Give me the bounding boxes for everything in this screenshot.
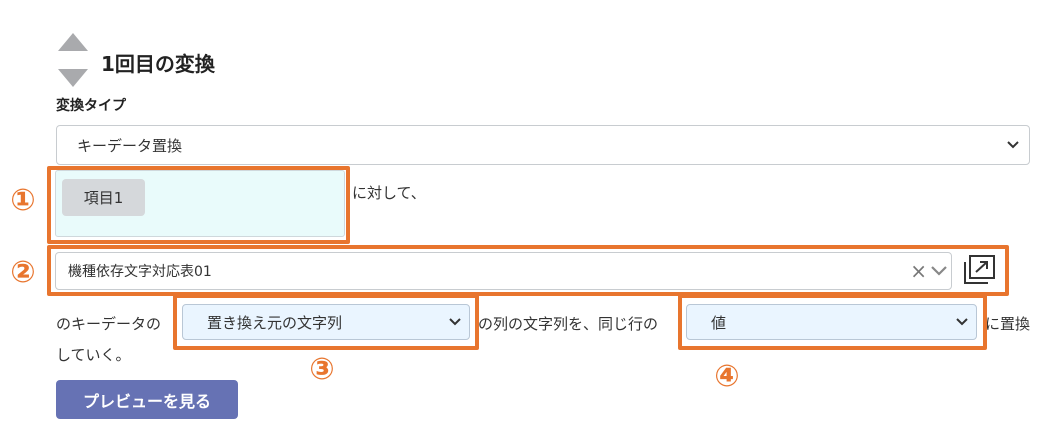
marker-4: ④ bbox=[714, 359, 740, 394]
sentence-part2: の列の文字列を、同じ行の bbox=[478, 315, 659, 333]
conversion-type-value: キーデータ置換 bbox=[77, 136, 183, 155]
highlight-box-3 bbox=[173, 294, 479, 350]
marker-1: ① bbox=[10, 183, 36, 218]
conversion-type-select[interactable]: キーデータ置換 bbox=[56, 125, 1030, 165]
sentence-part3: に置換 bbox=[985, 315, 1031, 333]
conversion-type-label: 変換タイプ bbox=[56, 98, 126, 114]
marker-3: ③ bbox=[309, 352, 335, 387]
sentence-part4: していく。 bbox=[56, 346, 131, 364]
move-up-icon[interactable] bbox=[58, 33, 88, 51]
target-suffix-text: に対して、 bbox=[352, 184, 426, 202]
highlight-box-4 bbox=[678, 294, 987, 350]
move-down-icon[interactable] bbox=[58, 69, 88, 87]
chevron-down-icon bbox=[1007, 140, 1019, 150]
preview-button[interactable]: プレビューを見る bbox=[56, 380, 238, 419]
highlight-box-2 bbox=[47, 245, 1009, 296]
sentence-part1: のキーデータの bbox=[56, 315, 162, 333]
marker-2: ② bbox=[10, 255, 36, 290]
section-title: 1回目の変換 bbox=[101, 52, 215, 76]
highlight-box-1 bbox=[47, 166, 350, 244]
